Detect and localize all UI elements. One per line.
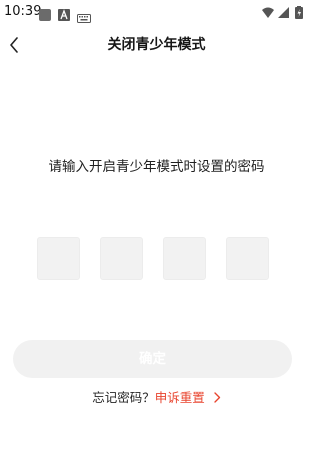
page-title: 关闭青少年模式 bbox=[107, 37, 206, 53]
confirm-button[interactable]: 确定 bbox=[13, 340, 292, 378]
header: 关闭青少年模式 bbox=[0, 30, 313, 60]
footer: 忘记密码？申诉重置 bbox=[0, 389, 313, 407]
status-time: 10:39 bbox=[4, 4, 42, 19]
pin-box-1[interactable] bbox=[37, 237, 80, 280]
status-indicators bbox=[261, 5, 307, 19]
appeal-reset-link[interactable]: 申诉重置 bbox=[155, 390, 221, 405]
status-icons bbox=[262, 6, 303, 19]
pin-box-3[interactable] bbox=[163, 237, 206, 280]
appeal-reset-label: 申诉重置 bbox=[154, 390, 205, 405]
pin-box-2[interactable] bbox=[100, 237, 143, 280]
keyboard-icon bbox=[77, 8, 91, 27]
status-bar: 10:39 bbox=[0, 0, 313, 24]
signal-icon bbox=[278, 7, 289, 18]
app-notification-icon bbox=[39, 6, 51, 25]
chevron-right-icon bbox=[214, 392, 220, 403]
pin-input-row[interactable] bbox=[37, 237, 269, 280]
font-a-icon bbox=[58, 6, 70, 25]
password-prompt: 请输入开启青少年模式时设置的密码 bbox=[48, 159, 265, 175]
screen: 10:39 关闭青少年模式 请输入开启青少年模式时设置的密码 确定 忘记密码？申… bbox=[0, 0, 313, 451]
forgot-password-text: 忘记密码？ bbox=[92, 390, 155, 405]
wifi-icon bbox=[262, 7, 274, 18]
pin-box-4[interactable] bbox=[226, 237, 269, 280]
